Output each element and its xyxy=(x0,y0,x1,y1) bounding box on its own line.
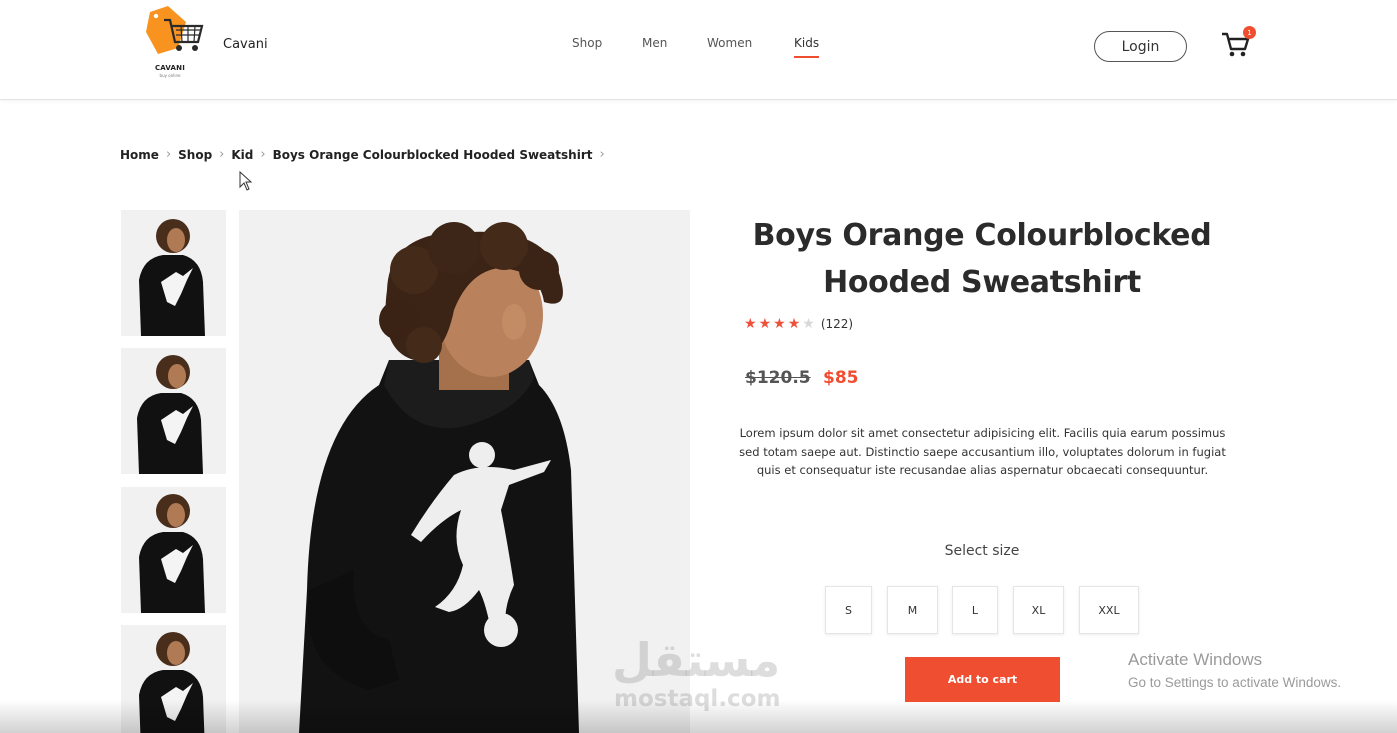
breadcrumb-home[interactable]: Home xyxy=(120,148,159,162)
breadcrumb-kid[interactable]: Kid xyxy=(231,148,253,162)
site-header: CAVANI buy online Cavani Shop Men Women … xyxy=(0,0,1397,100)
cavani-logo[interactable]: CAVANI buy online xyxy=(146,6,206,78)
size-option-l[interactable]: L xyxy=(952,586,998,634)
product-photo xyxy=(121,210,226,336)
product-thumbnail[interactable] xyxy=(121,210,226,336)
star-icon: ★ xyxy=(773,316,786,332)
product-thumbnail[interactable] xyxy=(121,487,226,613)
product-photo xyxy=(121,348,226,474)
breadcrumb: Home › Shop › Kid › Boys Orange Colourbl… xyxy=(120,147,612,162)
product-description: Lorem ipsum dolor sit amet consectetur a… xyxy=(739,426,1226,477)
product-photo xyxy=(121,625,226,733)
star-icon: ★ xyxy=(758,316,772,332)
nav-link-kids[interactable]: Kids xyxy=(794,36,820,58)
size-option-s[interactable]: S xyxy=(825,586,872,634)
cart-logo-icon xyxy=(146,6,204,54)
review-count[interactable]: (122) xyxy=(821,317,853,331)
add-to-cart-button[interactable]: Add to cart xyxy=(905,657,1060,702)
watermark-arabic: مستقل xyxy=(612,633,781,687)
star-empty-icon: ★ xyxy=(802,316,815,332)
watermark-latin: mostaql.com xyxy=(614,686,781,712)
breadcrumb-current: Boys Orange Colourblocked Hooded Sweatsh… xyxy=(272,147,593,162)
chevron-right-icon: › xyxy=(165,147,172,162)
size-option-xl[interactable]: XL xyxy=(1013,586,1064,634)
mouse-cursor-icon xyxy=(239,171,253,191)
logo-text: CAVANI xyxy=(154,64,186,72)
logo-subtext: buy online xyxy=(159,73,181,78)
product-title: Boys Orange Colourblocked Hooded Sweatsh… xyxy=(732,212,1232,306)
nav-link-women[interactable]: Women xyxy=(707,36,752,50)
star-icon: ★ xyxy=(744,316,757,332)
login-button[interactable]: Login xyxy=(1094,31,1187,62)
chevron-right-icon: › xyxy=(260,147,266,162)
chevron-right-icon: › xyxy=(219,147,225,162)
star-icon: ★ xyxy=(787,316,801,332)
product-thumbnail[interactable] xyxy=(121,348,226,474)
nav-link-shop[interactable]: Shop xyxy=(572,36,602,50)
nav-link-men[interactable]: Men xyxy=(642,36,667,50)
brand-name[interactable]: Cavani xyxy=(223,37,268,52)
product-photo xyxy=(121,487,226,613)
chevron-right-icon: › xyxy=(599,147,605,162)
sale-price: $85 xyxy=(823,368,859,388)
product-thumbnail[interactable] xyxy=(121,625,226,733)
original-price: $120.5 xyxy=(745,368,811,388)
product-title-line-1: Boys Orange Colourblocked xyxy=(752,218,1212,253)
size-option-xxl[interactable]: XXL xyxy=(1079,586,1139,634)
product-rating: ★ ★ ★ ★ ★ (122) xyxy=(744,316,853,332)
size-option-m[interactable]: M xyxy=(887,586,938,634)
activate-windows-subtitle: Go to Settings to activate Windows. xyxy=(1128,675,1342,690)
product-title-line-2: Hooded Sweatshirt xyxy=(823,265,1141,300)
select-size-label: Select size xyxy=(944,543,1020,559)
breadcrumb-shop[interactable]: Shop xyxy=(178,148,212,162)
cart-count-badge: 1 xyxy=(1243,26,1256,39)
activate-windows-title: Activate Windows xyxy=(1128,650,1263,669)
